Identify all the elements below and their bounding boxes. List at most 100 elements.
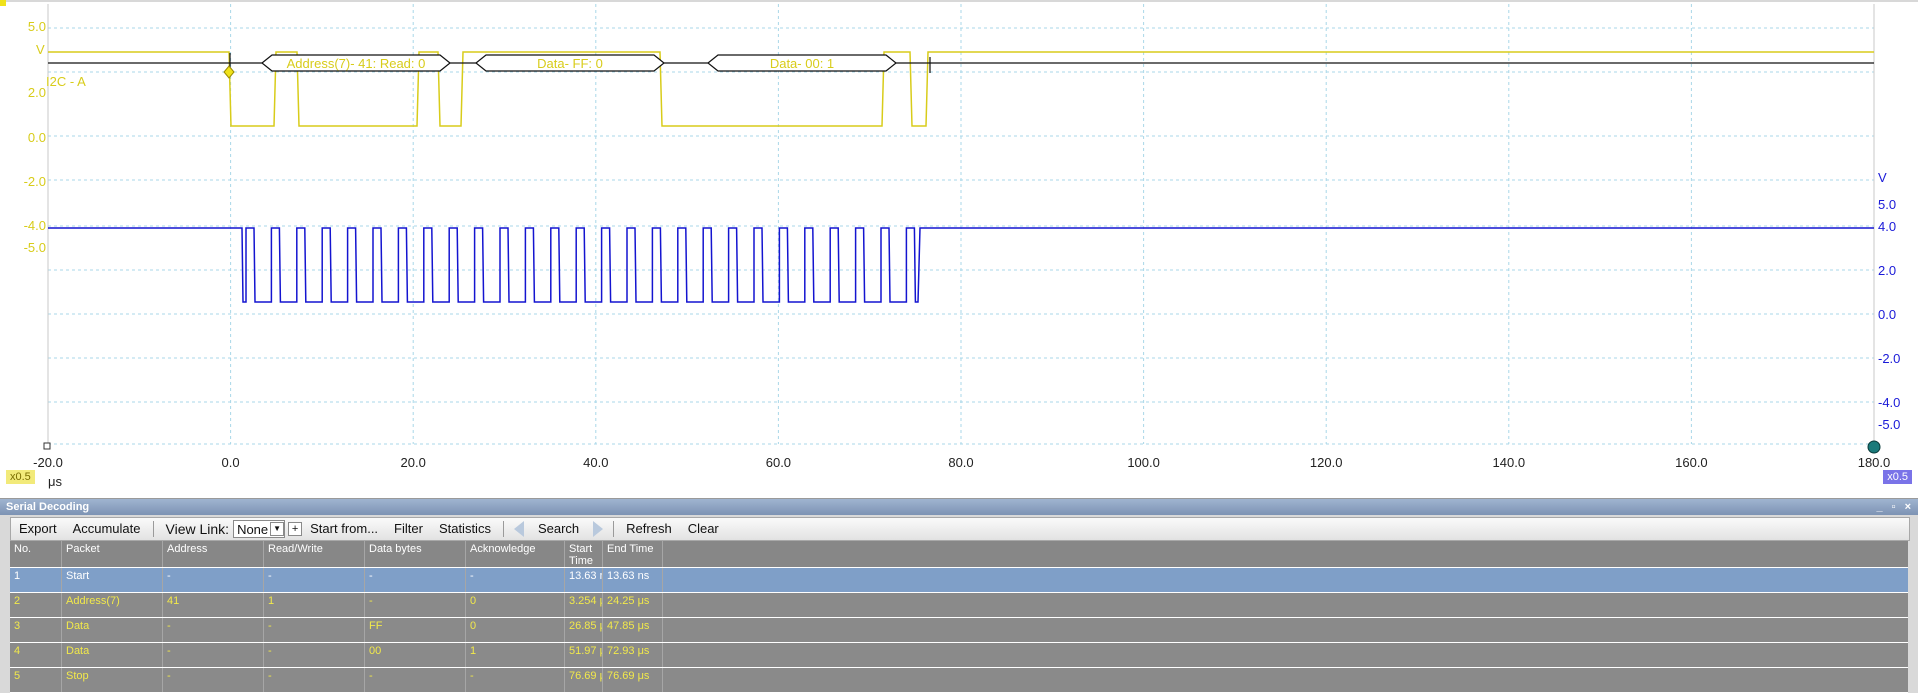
clear-button[interactable]: Clear — [680, 519, 727, 539]
table-cell: - — [264, 643, 365, 667]
decoding-toolbar: Export Accumulate View Link: None ▼ + St… — [10, 517, 1910, 541]
x-axis-tick-label: 0.0 — [222, 455, 240, 470]
table-cell-spacer — [663, 643, 1908, 667]
table-row[interactable]: 4 Data - - 00 1 51.97 μs 72.93 μs — [10, 643, 1908, 668]
right-axis-tick-label: -2.0 — [1878, 351, 1900, 366]
table-cell-spacer — [663, 593, 1908, 617]
x-axis-tick-label: 120.0 — [1310, 455, 1343, 470]
table-cell-spacer — [663, 668, 1908, 692]
left-zoom-badge[interactable]: x0.5 — [6, 470, 35, 484]
table-row[interactable]: 5 Stop - - - - 76.69 μs 76.69 μs — [10, 668, 1908, 693]
time-unit-label: μs — [48, 474, 62, 489]
table-cell: 00 — [365, 643, 466, 667]
panel-title-bar: Serial Decoding _ ▫ × — [0, 499, 1918, 515]
export-button[interactable]: Export — [11, 519, 65, 539]
table-cell: - — [264, 568, 365, 592]
search-button[interactable]: Search — [530, 519, 587, 539]
table-cell: FF — [365, 618, 466, 642]
table-cell-spacer — [663, 618, 1908, 642]
column-header[interactable]: Data bytes — [365, 541, 466, 567]
left-axis-tick-label: 0.0 — [28, 130, 46, 145]
right-axis-tick-label: 4.0 — [1878, 219, 1896, 234]
table-cell: Address(7) — [62, 593, 163, 617]
table-cell: 24.25 μs — [603, 593, 663, 617]
view-link-select[interactable]: None ▼ — [233, 520, 286, 538]
corner-marker — [0, 0, 6, 6]
channel-label: I2C - A — [46, 74, 86, 89]
table-cell: Start — [62, 568, 163, 592]
column-header[interactable]: Address — [163, 541, 264, 567]
bus-packet-label: Data- FF: 0 — [537, 56, 603, 71]
right-axis-tick-label: 0.0 — [1878, 307, 1896, 322]
column-header[interactable]: No. — [10, 541, 62, 567]
table-cell: - — [365, 568, 466, 592]
column-header[interactable]: Start Time — [565, 541, 603, 567]
accumulate-button[interactable]: Accumulate — [65, 519, 149, 539]
column-header[interactable]: Packet — [62, 541, 163, 567]
table-cell: 3 — [10, 618, 62, 642]
chevron-down-icon[interactable]: ▼ — [270, 522, 285, 536]
table-cell: Stop — [62, 668, 163, 692]
table-cell: - — [365, 593, 466, 617]
table-cell: 1 — [264, 593, 365, 617]
statistics-button[interactable]: Statistics — [431, 519, 499, 539]
right-axis-tick-label: -4.0 — [1878, 395, 1900, 410]
table-row[interactable]: 2 Address(7) 41 1 - 0 3.254 μs 24.25 μs — [10, 593, 1908, 618]
start-from-button[interactable]: Start from... — [302, 519, 386, 539]
table-cell: 13.63 ns — [565, 568, 603, 592]
x-axis-tick-label: 180.0 — [1858, 455, 1891, 470]
toolbar-divider — [152, 521, 154, 537]
table-cell: - — [163, 668, 264, 692]
x-axis-tick-label: 140.0 — [1493, 455, 1526, 470]
left-cursor-handle[interactable] — [43, 442, 51, 450]
bus-packet-label: Address(7)- 41: Read: 0 — [287, 56, 426, 71]
table-cell-spacer — [663, 568, 1908, 592]
right-axis-tick-label: -5.0 — [1878, 417, 1900, 432]
table-cell: - — [264, 618, 365, 642]
filter-button[interactable]: Filter — [386, 519, 431, 539]
table-cell: 41 — [163, 593, 264, 617]
table-row[interactable]: 1 Start - - - - 13.63 ns 13.63 ns — [10, 568, 1908, 593]
table-cell: 76.69 μs — [603, 668, 663, 692]
x-axis-tick-label: 20.0 — [401, 455, 426, 470]
search-next-icon[interactable] — [593, 521, 604, 537]
table-cell: - — [163, 568, 264, 592]
panel-window-controls[interactable]: _ ▫ × — [1876, 499, 1914, 515]
column-spacer — [663, 541, 1908, 567]
x-axis-tick-label: 160.0 — [1675, 455, 1708, 470]
table-cell: 3.254 μs — [565, 593, 603, 617]
column-header[interactable]: End Time — [603, 541, 663, 567]
table-cell: Data — [62, 618, 163, 642]
left-axis-tick-label: -2.0 — [24, 174, 46, 189]
view-link-label: View Link: — [165, 521, 230, 537]
decoding-table: No. Packet Address Read/Write Data bytes… — [10, 541, 1908, 693]
table-cell: 1 — [466, 643, 565, 667]
right-axis-unit: V — [1878, 170, 1887, 185]
table-cell: 0 — [466, 593, 565, 617]
table-cell: 4 — [10, 643, 62, 667]
column-header[interactable]: Acknowledge — [466, 541, 565, 567]
column-header[interactable]: Read/Write — [264, 541, 365, 567]
refresh-button[interactable]: Refresh — [618, 519, 680, 539]
table-cell: 13.63 ns — [603, 568, 663, 592]
table-row[interactable]: 3 Data - - FF 0 26.85 μs 47.85 μs — [10, 618, 1908, 643]
table-header: No. Packet Address Read/Write Data bytes… — [10, 541, 1908, 568]
table-cell: Data — [62, 643, 163, 667]
bus-packet-label: Data- 00: 1 — [770, 56, 834, 71]
x-axis-tick-label: 80.0 — [948, 455, 973, 470]
table-cell: - — [264, 668, 365, 692]
table-cell: 72.93 μs — [603, 643, 663, 667]
right-axis-tick-label: 2.0 — [1878, 263, 1896, 278]
right-cursor-handle[interactable] — [1867, 440, 1881, 454]
add-link-icon[interactable]: + — [288, 522, 303, 536]
x-axis-tick-label: 60.0 — [766, 455, 791, 470]
search-previous-icon[interactable] — [513, 521, 524, 537]
serial-decoding-panel: Serial Decoding _ ▫ × Export Accumulate … — [0, 498, 1918, 693]
view-link-value: None — [237, 521, 269, 537]
table-cell: - — [163, 643, 264, 667]
left-axis-tick-label: 2.0 — [28, 85, 46, 100]
right-zoom-badge[interactable]: x0.5 — [1883, 470, 1912, 484]
x-axis-tick-label: 100.0 — [1127, 455, 1160, 470]
toolbar-divider — [502, 521, 504, 537]
oscilloscope-view[interactable]: V 5.0 2.0 0.0 -2.0 -4.0 -5.0 V 5.0 4.0 2.0 0.0 -2.0… — [0, 0, 1918, 498]
